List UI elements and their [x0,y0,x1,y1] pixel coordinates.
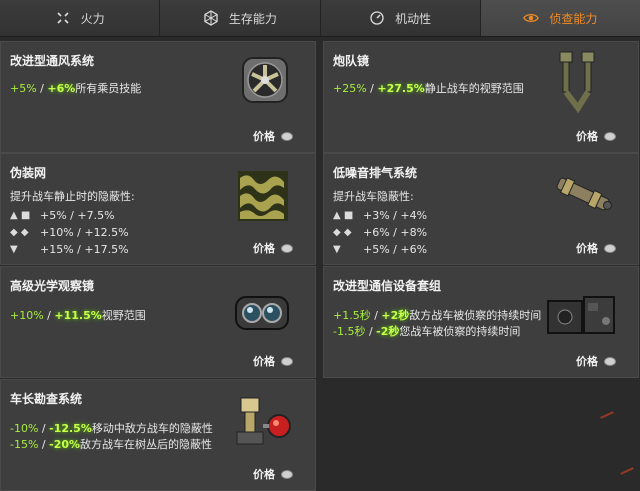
vehicle-class-icon: ▼ [10,244,18,255]
tab-mobility[interactable]: 机动性 [320,0,481,36]
price: 价格 [253,240,293,256]
card-title: 车长勘查系统 [10,392,83,406]
price: 价格 [576,128,616,144]
equipment-card-low-noise-exhaust[interactable]: 低噪音排气系统 提升战车隐蔽性: ▲ ■ +3% / +4% ◆ ◆ +6% /… [323,153,639,265]
vehicle-class-icon: ▼ [333,244,341,255]
card-title: 改进型通信设备套组 [333,279,442,293]
credits-icon [281,131,293,141]
vehicle-class-icon: ◆ ◆ [333,227,352,238]
bonus-line: -1.5秒 / -2秒您战车被侦察的持续时间 [333,325,521,338]
bonus-line: +1.5秒 / +2秒敌方战车被侦察的持续时间 [333,309,542,322]
tab-bar: 火力 生存能力 机动性 侦查能力 [0,0,640,37]
card-title: 炮队镜 [333,54,370,68]
card-title: 伪装网 [10,166,47,180]
price: 价格 [253,128,293,144]
exhaust-pipe-icon [556,177,612,211]
decorative-spark [600,411,614,419]
commander-vision-system-icon [236,397,291,445]
binocular-telescope-icon [559,51,595,114]
bonus-line: +25% / +27.5%静止战车的视野范围 [333,82,524,95]
price: 价格 [576,240,616,256]
stat-row-medium: ▲ ■ +3% / +4% [333,209,428,222]
tab-firepower[interactable]: 火力 [0,0,161,36]
credits-icon [281,356,293,366]
credits-icon [281,469,293,479]
price: 价格 [253,353,293,369]
stat-row-spg: ▼ +15% / +17.5% [10,243,129,256]
eye-icon [523,10,540,26]
bonus-line: +5% / +6%所有乘员技能 [10,82,142,95]
stat-row-destroyer: ◆ ◆ +10% / +12.5% [10,226,129,239]
card-title: 改进型通风系统 [10,54,95,68]
price: 价格 [253,466,293,482]
radio-set-icon [547,296,615,334]
bonus-line: -15% / -20%敌方战车在树丛后的隐蔽性 [10,438,213,451]
tab-label: 侦查能力 [549,11,598,26]
optics-icon [235,296,289,330]
armor-icon [203,10,219,26]
decorative-spark [620,467,634,475]
tab-label: 火力 [80,11,105,26]
equipment-card-improved-ventilation[interactable]: 改进型通风系统 +5% / +6%所有乘员技能 价格 [0,41,316,153]
tab-survivability[interactable]: 生存能力 [160,0,321,36]
card-title: 高级光学观察镜 [10,279,95,293]
equipment-card-commander-vision-system[interactable]: 车长勘查系统 -10% / -12.5%移动中敌方战车的隐蔽性 -15% / -… [0,379,316,491]
credits-icon [604,243,616,253]
speedometer-icon [369,10,385,26]
stat-row-spg: ▼ +5% / +6% [333,243,428,256]
equipment-card-coated-optics[interactable]: 高级光学观察镜 +10% / +11.5%视野范围 价格 [0,266,316,378]
stat-row-destroyer: ◆ ◆ +6% / +8% [333,226,428,239]
stat-row-medium: ▲ ■ +5% / +7.5% [10,209,115,222]
vehicle-class-icon: ▲ ■ [10,210,31,221]
equipment-card-camouflage-net[interactable]: 伪装网 提升战车静止时的隐蔽性: ▲ ■ +5% / +7.5% ◆ ◆ +10… [0,153,316,265]
card-description: 提升战车隐蔽性: [333,190,414,203]
tab-label: 生存能力 [228,11,277,26]
vehicle-class-icon: ◆ ◆ [10,227,29,238]
card-description: 提升战车静止时的隐蔽性: [10,190,135,203]
bonus-line: +10% / +11.5%视野范围 [10,309,146,322]
equipment-card-improved-radio-set[interactable]: 改进型通信设备套组 +1.5秒 / +2秒敌方战车被侦察的持续时间 -1.5秒 … [323,266,639,378]
credits-icon [604,131,616,141]
ventilation-fan-icon [242,57,288,103]
camouflage-net-icon [238,171,288,221]
tab-label: 机动性 [395,11,432,26]
crosshair-icon [55,10,71,26]
vehicle-class-icon: ▲ ■ [333,210,354,221]
card-title: 低噪音排气系统 [333,166,418,180]
bonus-line: -10% / -12.5%移动中敌方战车的隐蔽性 [10,422,213,435]
tab-recon[interactable]: 侦查能力 [480,0,640,36]
equipment-card-binocular-telescope[interactable]: 炮队镜 +25% / +27.5%静止战车的视野范围 价格 [323,41,639,153]
credits-icon [604,356,616,366]
credits-icon [281,243,293,253]
price: 价格 [576,353,616,369]
